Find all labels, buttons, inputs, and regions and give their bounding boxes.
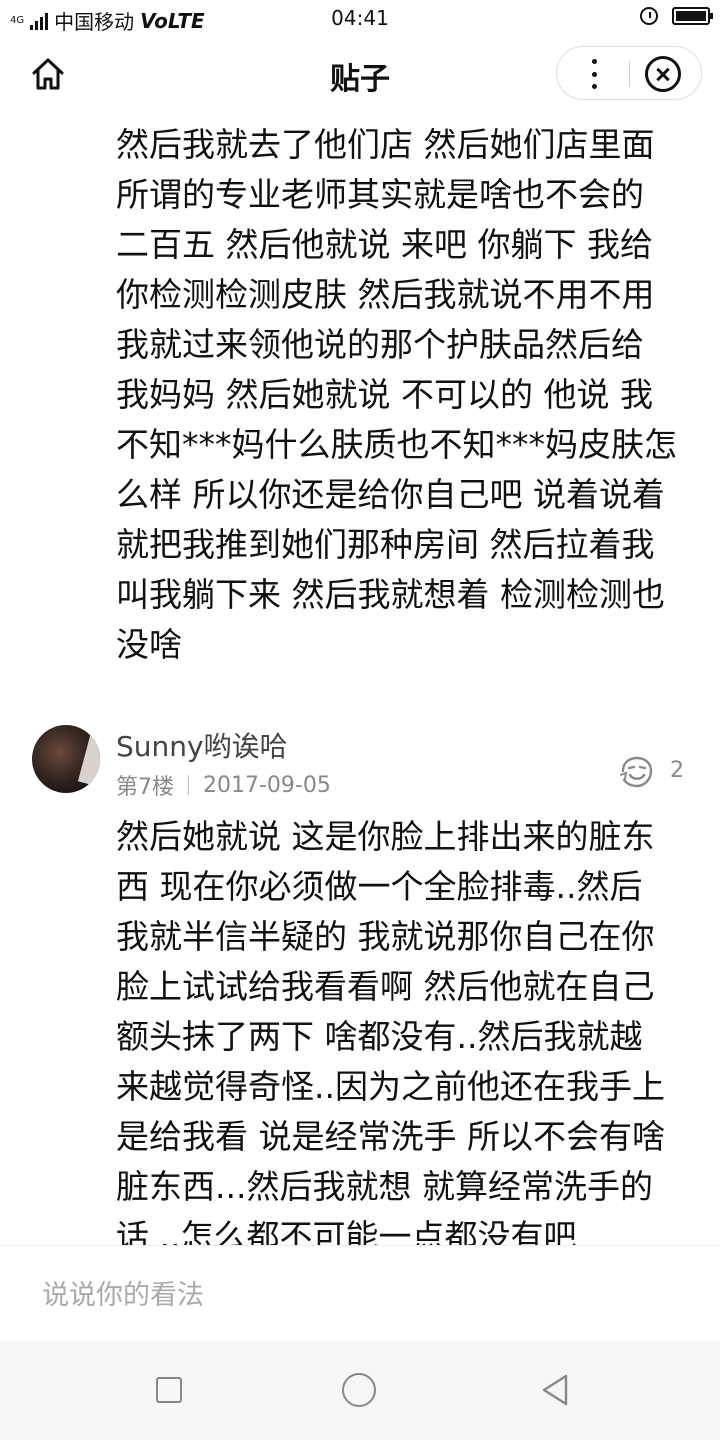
recent-apps-icon[interactable] <box>156 1377 182 1403</box>
post-line: 我就过来领他说的那个护肤品然后给 <box>116 325 644 364</box>
post-line: 然后我就去了他们店 然后她们店里面 <box>116 125 655 164</box>
header: 贴子 <box>0 38 720 110</box>
post-line: 二百五 然后他就说 来吧 你躺下 我给 <box>116 225 653 264</box>
floor-number: 第7楼 <box>116 775 174 800</box>
meta-divider <box>188 775 189 795</box>
reply-line: 西 现在你必须做一个全脸排毒..然后 <box>116 867 643 906</box>
post-line: 么样 所以你还是给你自己吧 说着说着 <box>116 475 665 514</box>
post-line: 就把我推到她们那种房间 然后拉着我 <box>116 525 655 564</box>
reply-line: 脸上试试给我看看啊 然后他就在自己 <box>116 967 655 1006</box>
post-line: 你检测检测皮肤 然后我就说不用不用 <box>116 275 655 314</box>
reply-line: 我就半信半疑的 我就说那你自己在你 <box>116 917 655 956</box>
post-line: 叫我躺下来 然后我就想着 检测检测也 <box>116 575 665 614</box>
capsule-divider <box>629 61 630 87</box>
reply-date: 2017-09-05 <box>203 772 331 798</box>
like-icon[interactable] <box>618 755 656 789</box>
alarm-icon <box>640 7 658 25</box>
like-count: 2 <box>670 758 684 783</box>
status-bar: 4G 中国移动 VoLTE 04:41 <box>0 0 720 38</box>
reply-line: 额头抹了两下 啥都没有..然后我就越 <box>116 1017 643 1056</box>
close-icon[interactable] <box>645 56 681 92</box>
post-line: 我妈妈 然后她就说 不可以的 他说 我 <box>116 375 653 414</box>
comment-bar <box>0 1245 720 1342</box>
comment-input[interactable] <box>40 1266 684 1324</box>
reply-line: 话 ..怎么都不可能一点都没有吧 <box>116 1217 577 1245</box>
avatar[interactable] <box>32 725 100 793</box>
reply-meta: 第7楼 2017-09-05 <box>116 769 331 801</box>
reply-header: Sunny哟诶哈 第7楼 2017-09-05 2 <box>0 725 720 805</box>
reply-username[interactable]: Sunny哟诶哈 <box>116 725 288 765</box>
menu-capsule <box>556 46 702 100</box>
reply-line: 是给我看 说是经常洗手 所以不会有啥 <box>116 1117 665 1156</box>
more-icon[interactable] <box>583 59 605 89</box>
reply-line: 来越觉得奇怪..因为之前他还在我手上 <box>116 1067 665 1106</box>
back-triangle-icon[interactable] <box>538 1372 572 1408</box>
reply-text: 然后她就说 这是你脸上排出来的脏东西 现在你必须做一个全脸排毒..然后 我就半信半… <box>116 812 696 1245</box>
post-line: 没啥 <box>116 625 182 664</box>
thread-content[interactable]: 然后我就去了他们店 然后她们店里面 所谓的专业老师其实就是啥也不会的 二百五 然后他… <box>0 110 720 1245</box>
battery-icon <box>672 7 713 25</box>
post-line: 不知***妈什么肤质也不知***妈皮肤怎 <box>116 425 677 464</box>
reply-line: 脏东西...然后我就想 就算经常洗手的 <box>116 1167 653 1206</box>
system-nav-bar <box>0 1341 720 1440</box>
home-circle-icon[interactable] <box>342 1373 376 1407</box>
post-line: 所谓的专业老师其实就是啥也不会的 <box>116 175 644 214</box>
status-time: 04:41 <box>331 6 389 30</box>
status-right <box>640 7 713 25</box>
reply-line: 然后她就说 这是你脸上排出来的脏东 <box>116 817 655 856</box>
post-text-continued: 然后我就去了他们店 然后她们店里面 所谓的专业老师其实就是啥也不会的 二百五 然后他… <box>116 120 696 670</box>
